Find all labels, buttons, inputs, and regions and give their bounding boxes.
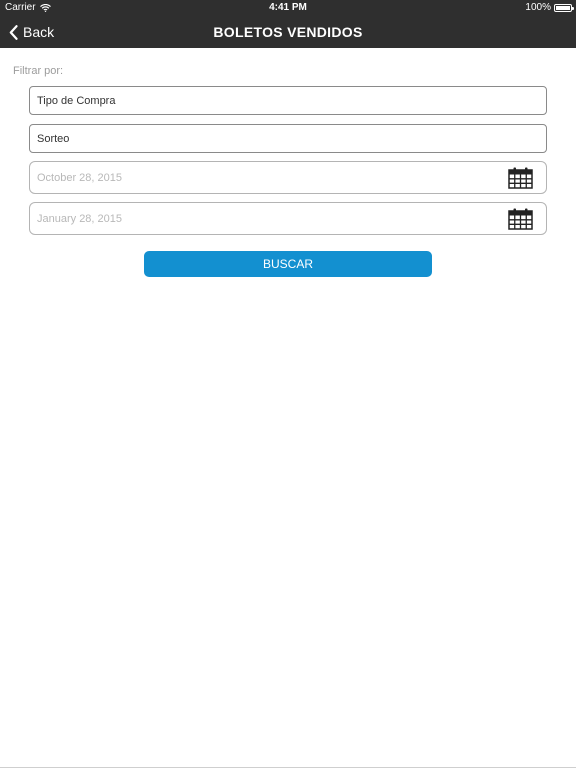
calendar-icon[interactable] <box>508 167 533 189</box>
start-date-value: October 28, 2015 <box>37 171 123 184</box>
end-date-field[interactable]: January 28, 2015 <box>29 202 547 235</box>
tipo-compra-value: Tipo de Compra <box>37 94 116 107</box>
status-bar: Carrier 4:41 PM 100% <box>0 0 576 16</box>
battery-icon <box>554 4 574 12</box>
status-time: 4:41 PM <box>269 2 307 13</box>
tipo-compra-field[interactable]: Tipo de Compra <box>29 86 547 115</box>
sorteo-field[interactable]: Sorteo <box>29 124 547 153</box>
sorteo-value: Sorteo <box>37 132 70 145</box>
start-date-field[interactable]: October 28, 2015 <box>29 161 547 194</box>
battery-percent: 100% <box>525 2 551 13</box>
search-button[interactable]: BUSCAR <box>144 251 432 277</box>
top-bar: Carrier 4:41 PM 100% Back BOLETOS VENDID… <box>0 0 576 48</box>
filter-label: Filtrar por: <box>13 65 64 77</box>
calendar-icon[interactable] <box>508 208 533 230</box>
navigation-bar: Back BOLETOS VENDIDOS <box>0 16 576 48</box>
battery-group: 100% <box>525 0 574 16</box>
page-title: BOLETOS VENDIDOS <box>213 24 363 40</box>
end-date-value: January 28, 2015 <box>37 212 123 225</box>
